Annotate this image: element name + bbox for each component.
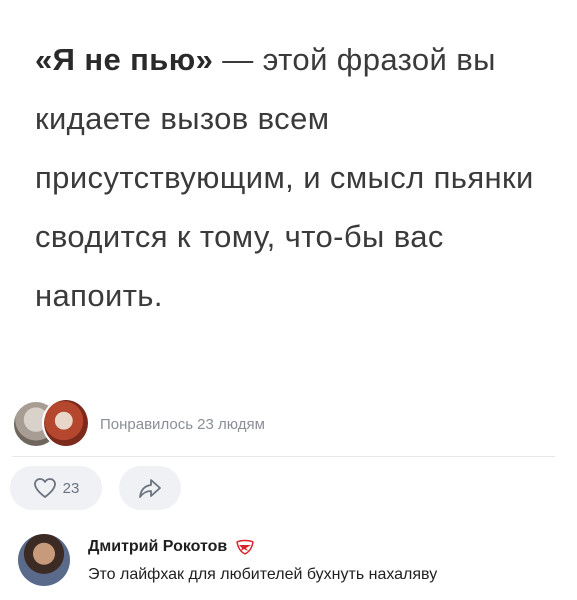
post-text: «Я не пью» — этой фразой вы кидаете вызо…: [35, 30, 555, 325]
heart-icon: [33, 477, 57, 499]
liker-avatar[interactable]: [42, 398, 90, 448]
like-button[interactable]: 23: [10, 466, 102, 510]
liker-avatars[interactable]: [12, 398, 90, 450]
like-count: 23: [62, 479, 80, 497]
divider: [12, 456, 555, 457]
share-arrow-icon: [138, 477, 162, 499]
comment-author-name[interactable]: Дмитрий Рокотов: [88, 538, 227, 556]
commenter-avatar[interactable]: [18, 534, 70, 586]
comment-text: Это лайфхак для любителей бухнуть нахаля…: [88, 566, 438, 583]
post-body: — этой фразой вы кидаете вызов всем прис…: [35, 42, 534, 313]
share-button[interactable]: [119, 466, 181, 510]
likes-count-label[interactable]: Понравилось 23 людям: [100, 416, 265, 433]
spartak-emblem-icon: [235, 539, 255, 555]
comment-author[interactable]: Дмитрий Рокотов: [88, 538, 255, 556]
post-quote: «Я не пью»: [35, 42, 214, 77]
likes-summary[interactable]: Понравилось 23 людям: [12, 398, 265, 450]
